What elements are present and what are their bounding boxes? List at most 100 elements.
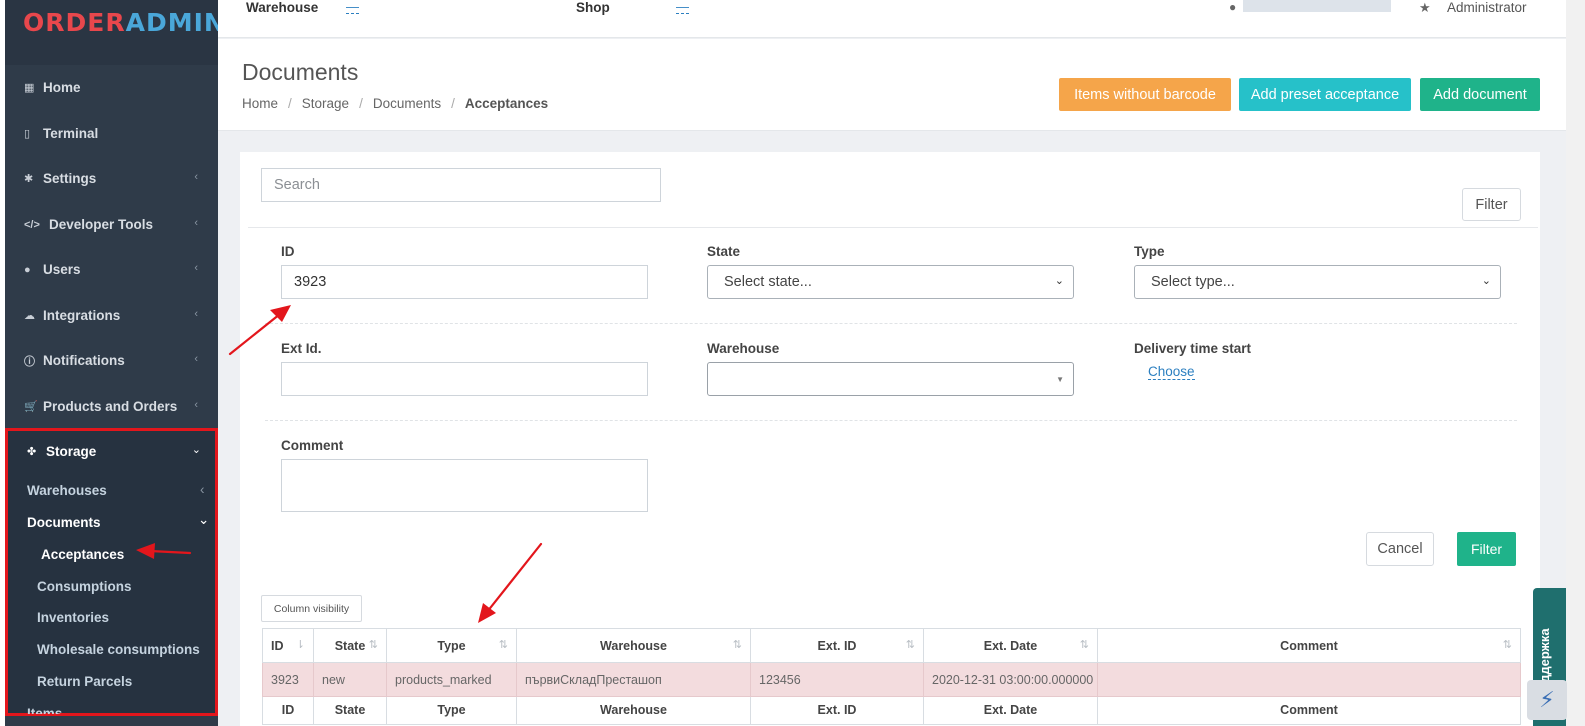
user-role[interactable]: Administrator	[1447, 0, 1527, 15]
column-header-ext-id[interactable]: Ext. ID ⇅	[750, 628, 924, 663]
type-select[interactable]: Select type... ⌄	[1134, 265, 1501, 299]
chevron-down-icon: ⌄	[1481, 275, 1491, 287]
lightning-icon[interactable]: ⚡	[1527, 680, 1567, 720]
cell-ext-date: 2020-12-31 03:00:00.000000	[923, 662, 1098, 697]
sidebar-item-inventories[interactable]: Inventories	[37, 610, 109, 625]
column-header-id[interactable]: ID ⇂	[262, 628, 314, 663]
sidebar-item-label: Settings	[43, 171, 97, 186]
sidebar-item-notifications[interactable]: ⓘ Notifications ‹	[5, 338, 218, 383]
sidebar-item-return-parcels[interactable]: Return Parcels	[37, 674, 132, 689]
chevron-left-icon: ‹	[194, 353, 198, 365]
sidebar-item-warehouses[interactable]: Warehouses	[27, 483, 107, 498]
sidebar-item-settings[interactable]: ✱ Settings ‹	[5, 156, 218, 201]
sort-icon: ⇅	[732, 639, 742, 651]
footer-type: Type	[386, 696, 517, 725]
apply-filter-button[interactable]: Filter	[1457, 532, 1516, 566]
shop-selector[interactable]: —	[676, 0, 689, 14]
table-header-row: ID ⇂ State ⇅ Type ⇅ Warehouse ⇅ Ext. ID ⇅ Ext…	[262, 628, 1521, 663]
state-select[interactable]: Select state... ⌄	[707, 265, 1074, 299]
add-document-button[interactable]: Add document	[1420, 78, 1540, 111]
breadcrumb-storage[interactable]: Storage	[302, 96, 349, 111]
cubes-icon: ✤	[27, 446, 37, 458]
caret-down-icon: ▼	[1056, 375, 1064, 384]
column-header-state[interactable]: State ⇅	[313, 628, 387, 663]
column-header-comment[interactable]: Comment ⇅	[1097, 628, 1521, 663]
column-header-warehouse[interactable]: Warehouse ⇅	[516, 628, 751, 663]
sidebar-item-label: Users	[43, 262, 81, 277]
sidebar-item-products-and-orders[interactable]: 🛒 Products and Orders ‹	[5, 384, 218, 429]
column-visibility-button[interactable]: Column visibility	[261, 595, 362, 622]
column-header-ext-date[interactable]: Ext. Date ⇅	[923, 628, 1098, 663]
logo-part-admin: ADMIN	[125, 8, 226, 37]
logo-area: ORDERADMIN	[5, 0, 225, 65]
star-icon: ★	[1419, 0, 1431, 15]
cell-ext-id: 123456	[750, 662, 924, 697]
sort-icon: ⇅	[1502, 639, 1512, 651]
search-input[interactable]: Search	[261, 168, 661, 202]
scrollbar[interactable]	[1566, 0, 1585, 726]
sidebar-item-users[interactable]: ● Users ‹	[5, 247, 218, 292]
sidebar-item-home[interactable]: ▦ Home	[5, 65, 218, 110]
type-label: Type	[1134, 244, 1165, 259]
footer-state: State	[313, 696, 387, 725]
sort-desc-icon: ⇂	[295, 639, 305, 651]
delivery-time-label: Delivery time start	[1134, 341, 1252, 356]
footer-comment: Comment	[1097, 696, 1521, 725]
cell-state: new	[313, 662, 387, 697]
warehouse-filter-label: Warehouse	[707, 341, 780, 356]
sort-icon: ⇅	[498, 639, 508, 651]
chevron-left-icon: ‹	[200, 482, 205, 497]
filter-toggle-button[interactable]: Filter	[1462, 188, 1521, 221]
type-select-value: Select type...	[1151, 274, 1235, 290]
footer-ext-date: Ext. Date	[923, 696, 1098, 725]
cell-comment	[1097, 662, 1521, 697]
breadcrumb-home[interactable]: Home	[242, 96, 278, 111]
breadcrumb: Home / Storage / Documents / Acceptances	[242, 96, 549, 111]
cell-type: products_marked	[386, 662, 517, 697]
page-title: Documents	[242, 59, 359, 85]
documents-table: ID ⇂ State ⇅ Type ⇅ Warehouse ⇅ Ext. ID ⇅ Ext…	[262, 628, 1521, 725]
gear-icon: ✱	[24, 173, 34, 185]
sidebar-item-wholesale-consumptions[interactable]: Wholesale consumptions	[37, 642, 200, 657]
sidebar-item-storage[interactable]: ✤ Storage ⌄	[8, 429, 221, 474]
cloud-upload-icon: ☁	[24, 310, 35, 322]
id-input[interactable]: 3923	[281, 265, 648, 299]
user-name-redacted[interactable]	[1243, 0, 1391, 12]
delivery-time-choose-link[interactable]: Choose	[1148, 364, 1195, 380]
grid-icon: ▦	[24, 82, 35, 94]
sidebar-item-integrations[interactable]: ☁ Integrations ‹	[5, 293, 218, 338]
state-label: State	[707, 244, 741, 259]
state-select-value: Select state...	[724, 274, 812, 290]
sort-icon: ⇅	[905, 639, 915, 651]
sort-icon: ⇅	[1079, 639, 1089, 651]
cell-id: 3923	[262, 662, 314, 697]
add-preset-acceptance-button[interactable]: Add preset acceptance	[1239, 78, 1411, 111]
column-header-type[interactable]: Type ⇅	[386, 628, 517, 663]
sidebar-item-documents[interactable]: Documents	[27, 515, 101, 530]
sidebar-item-developer-tools[interactable]: </> Developer Tools ‹	[5, 202, 218, 247]
sort-icon: ⇅	[368, 639, 378, 651]
sidebar-item-items[interactable]: Items	[27, 706, 62, 714]
chevron-left-icon: ‹	[194, 171, 198, 183]
items-without-barcode-button[interactable]: Items without barcode	[1059, 78, 1231, 111]
sidebar-item-consumptions[interactable]: Consumptions	[37, 579, 132, 594]
shop-label: Shop	[576, 0, 610, 15]
app-logo[interactable]: ORDERADMIN	[23, 8, 226, 37]
sidebar-item-acceptances[interactable]: Acceptances	[41, 547, 124, 562]
sidebar-item-terminal[interactable]: ▯ Terminal	[5, 111, 218, 156]
breadcrumb-documents[interactable]: Documents	[373, 96, 441, 111]
warehouse-filter-select[interactable]: ▼	[707, 362, 1074, 396]
ext-id-input[interactable]	[281, 362, 648, 396]
comment-textarea[interactable]	[281, 459, 648, 512]
sidebar-item-label: Home	[43, 80, 81, 95]
sidebar-item-label: Storage	[46, 444, 97, 459]
divider	[265, 420, 1517, 421]
cancel-button[interactable]: Cancel	[1366, 532, 1434, 566]
sidebar-item-label: Terminal	[43, 126, 99, 141]
id-label: ID	[281, 244, 295, 259]
user-icon: ●	[24, 263, 31, 276]
cell-warehouse: първиСкладПресташоп	[516, 662, 751, 697]
table-row[interactable]: 3923 new products_marked първиСкладПрест…	[262, 662, 1521, 697]
warehouse-selector[interactable]: —	[346, 0, 359, 14]
chevron-left-icon: ‹	[194, 399, 198, 411]
